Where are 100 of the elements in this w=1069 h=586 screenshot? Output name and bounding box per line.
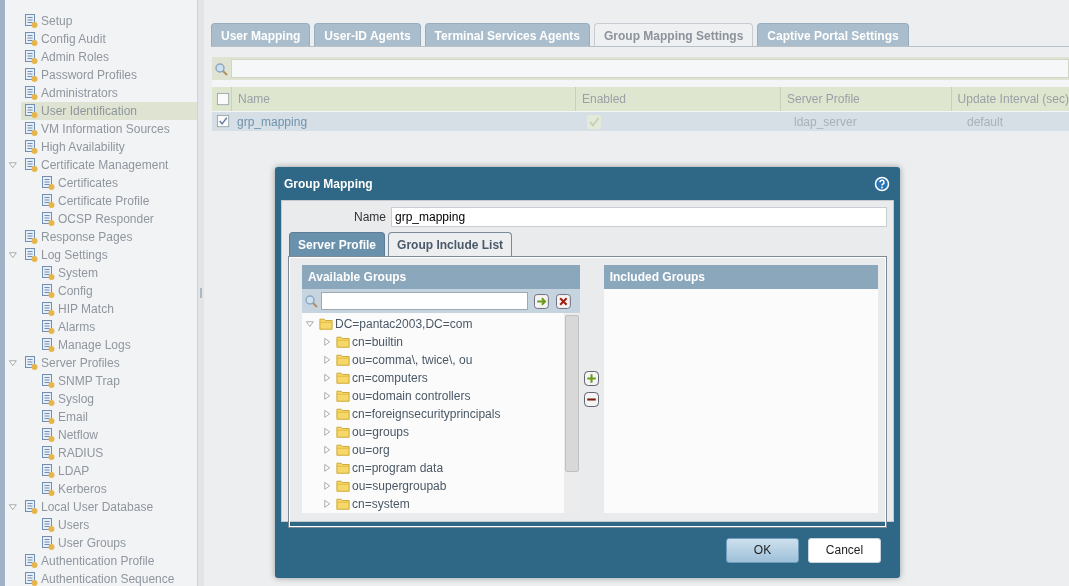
tree-node[interactable]: cn=computers <box>335 371 428 385</box>
expand-toggle-icon[interactable] <box>322 444 333 456</box>
expand-toggle-icon[interactable] <box>8 159 19 171</box>
expand-toggle-icon[interactable] <box>305 318 316 330</box>
tree-node[interactable]: ou=supergroupab <box>335 479 447 493</box>
name-field[interactable]: grp_mapping <box>391 207 887 227</box>
column-header[interactable]: Server Profile <box>780 87 951 111</box>
sidebar-item[interactable]: SNMP Trap <box>38 372 197 390</box>
expand-toggle-icon[interactable] <box>322 462 333 474</box>
folder-icon <box>335 497 351 511</box>
sidebar-item[interactable]: HIP Match <box>38 300 197 318</box>
cancel-button[interactable]: Cancel <box>808 537 881 563</box>
tree-node[interactable]: ou=domain controllers <box>335 389 471 403</box>
folder-icon <box>318 317 334 331</box>
expand-toggle-icon[interactable] <box>8 501 19 513</box>
column-header[interactable]: Enabled <box>575 87 781 111</box>
sidebar-item[interactable]: Email <box>38 408 197 426</box>
scrollbar-thumb[interactable] <box>565 315 579 472</box>
sidebar-item[interactable]: Log Settings <box>21 246 197 264</box>
folder-icon <box>335 353 351 367</box>
sidebar-item[interactable]: Config Audit <box>21 30 197 48</box>
sidebar-item[interactable]: System <box>38 264 197 282</box>
ok-button[interactable]: OK <box>726 537 799 563</box>
expand-toggle-icon[interactable] <box>322 336 333 348</box>
sidebar-item[interactable]: Setup <box>21 12 197 30</box>
expand-toggle-icon[interactable] <box>322 408 333 420</box>
document-icon <box>40 445 56 461</box>
sidebar-item[interactable]: Server Profiles <box>21 354 197 372</box>
sidebar-item[interactable]: Administrators <box>21 84 197 102</box>
expand-toggle-icon[interactable] <box>322 480 333 492</box>
sidebar-item[interactable]: Netflow <box>38 426 197 444</box>
sidebar-item[interactable]: Kerberos <box>38 480 197 498</box>
document-icon <box>23 67 39 83</box>
tree-node[interactable]: cn=program data <box>335 461 444 475</box>
tree-node[interactable]: cn=system <box>335 497 410 511</box>
expand-toggle-icon[interactable] <box>8 357 19 369</box>
tab[interactable]: Captive Portal Settings <box>757 23 909 46</box>
tree-node[interactable]: ou=groups <box>335 425 410 439</box>
sidebar-item[interactable]: Admin Roles <box>21 48 197 66</box>
folder-icon <box>335 371 351 385</box>
sidebar-item[interactable]: Manage Logs <box>38 336 197 354</box>
document-icon <box>23 247 39 263</box>
sidebar-item[interactable]: Alarms <box>38 318 197 336</box>
sidebar-item[interactable]: Syslog <box>38 390 197 408</box>
arrow-icon[interactable] <box>534 293 550 309</box>
sidebar-item[interactable]: Response Pages <box>21 228 197 246</box>
search-icon <box>214 61 228 76</box>
folder-icon <box>335 443 351 457</box>
sidebar-item[interactable]: LDAP <box>38 462 197 480</box>
checkbox[interactable] <box>216 91 231 107</box>
document-icon <box>23 553 39 569</box>
tab[interactable]: Group Include List <box>388 232 513 256</box>
sidebar-item[interactable]: Config <box>38 282 197 300</box>
tab[interactable]: Terminal Services Agents <box>424 23 590 46</box>
add-icon[interactable] <box>584 371 600 386</box>
sidebar-item[interactable]: VM Information Sources <box>21 120 197 138</box>
sidebar-item[interactable]: Certificates <box>38 174 197 192</box>
tree-node[interactable]: cn=builtin <box>335 335 404 349</box>
sidebar-item[interactable]: High Availability <box>21 138 197 156</box>
sidebar-item[interactable]: User Groups <box>38 534 197 552</box>
document-icon <box>40 463 56 479</box>
tree-node[interactable]: cn=foreignsecurityprincipals <box>335 407 501 421</box>
expand-toggle-icon[interactable] <box>322 354 333 366</box>
tree-node[interactable]: ou=org <box>335 443 390 457</box>
splitter-handle[interactable] <box>200 288 202 298</box>
sidebar-item[interactable]: Password Profiles <box>21 66 197 84</box>
sidebar-item[interactable]: Certificate Profile <box>38 192 197 210</box>
sidebar-item[interactable]: Users <box>38 516 197 534</box>
search-field[interactable] <box>321 292 529 310</box>
remove-icon[interactable] <box>584 392 600 407</box>
folder-icon <box>335 335 351 349</box>
expand-toggle-icon[interactable] <box>322 498 333 510</box>
expand-toggle-icon[interactable] <box>322 372 333 384</box>
document-icon <box>23 157 39 173</box>
document-icon <box>40 391 56 407</box>
sidebar-item[interactable]: OCSP Responder <box>38 210 197 228</box>
document-icon <box>40 517 56 533</box>
sidebar-item[interactable]: Certificate Management <box>21 156 197 174</box>
column-header[interactable]: Name <box>231 87 575 111</box>
tree-node[interactable]: ou=comma\, twice\, ou <box>335 353 473 367</box>
tab[interactable]: User Mapping <box>211 23 311 46</box>
expand-toggle-icon[interactable] <box>8 249 19 261</box>
sidebar-item[interactable]: User Identification <box>21 102 197 120</box>
document-icon <box>40 319 56 335</box>
sidebar-item[interactable]: Authentication Sequence <box>21 570 197 586</box>
tab[interactable]: Group Mapping Settings <box>594 23 754 46</box>
column-header[interactable]: Update Interval (sec) <box>950 87 1069 111</box>
tab[interactable]: Server Profile <box>289 232 386 256</box>
tab[interactable]: User-ID Agents <box>314 23 421 46</box>
sidebar-item[interactable]: Authentication Profile <box>21 552 197 570</box>
clear-icon[interactable] <box>556 293 571 309</box>
filter-field[interactable] <box>231 59 1069 78</box>
sidebar-item[interactable]: RADIUS <box>38 444 197 462</box>
name-link[interactable]: grp_mapping <box>231 112 580 131</box>
sidebar-item[interactable]: Local User Database <box>21 498 197 516</box>
checkbox[interactable] <box>216 114 231 129</box>
expand-toggle-icon[interactable] <box>322 426 333 438</box>
tree-node[interactable]: DC=pantac2003,DC=com <box>318 317 473 331</box>
help-icon[interactable] <box>874 175 890 192</box>
expand-toggle-icon[interactable] <box>322 390 333 402</box>
